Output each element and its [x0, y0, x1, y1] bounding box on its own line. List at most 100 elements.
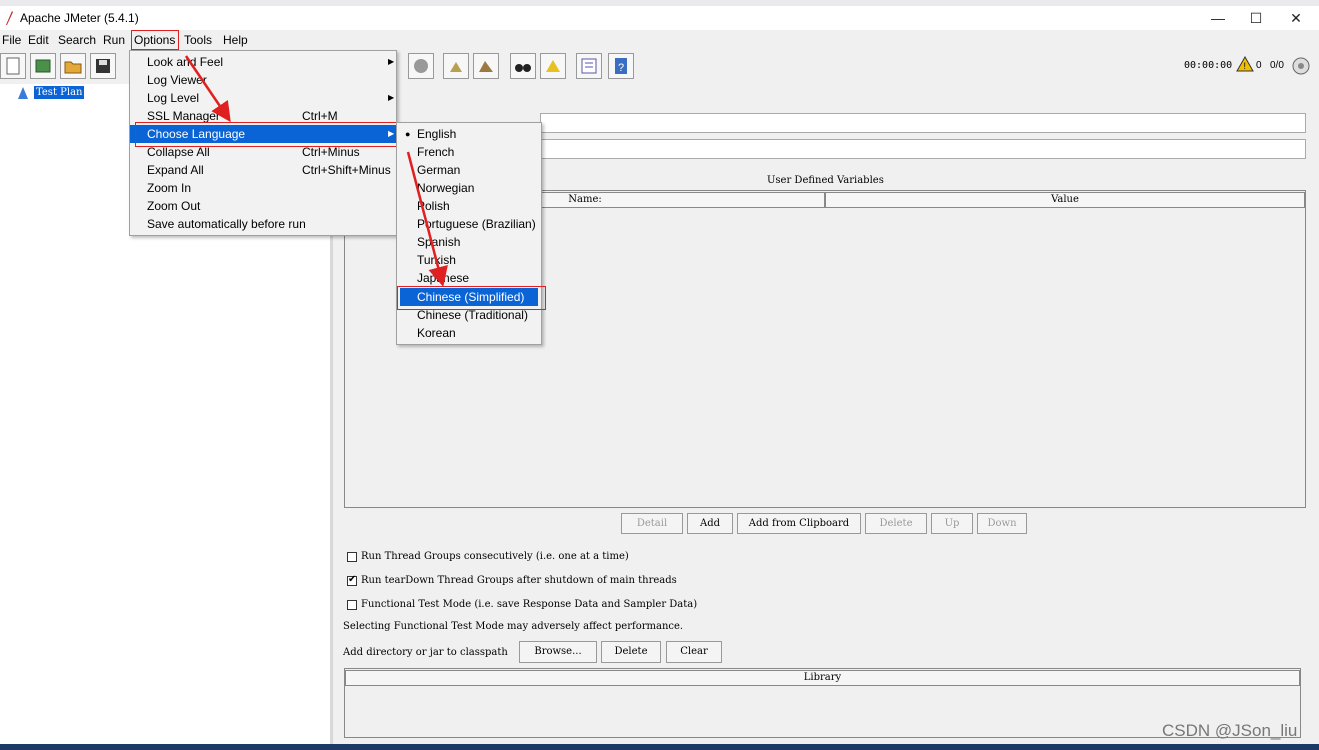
- new-file-icon: [6, 57, 20, 75]
- open-button[interactable]: [60, 53, 86, 79]
- run-teardown-label: Run tearDown Thread Groups after shutdow…: [361, 575, 677, 586]
- reset-search-button[interactable]: [540, 53, 566, 79]
- menu-item-label: Norwegian: [417, 181, 475, 195]
- column-header-library[interactable]: Library: [345, 670, 1300, 686]
- svg-text:?: ?: [618, 62, 624, 74]
- classpath-label: Add directory or jar to classpath: [343, 647, 508, 658]
- language-spanish[interactable]: Spanish: [397, 233, 541, 251]
- language-japanese[interactable]: Japanese: [397, 269, 541, 287]
- menu-item-label: German: [417, 163, 461, 177]
- svg-text:!: !: [1244, 61, 1247, 71]
- language-norwegian[interactable]: Norwegian: [397, 179, 541, 197]
- activity-indicator-icon: [1292, 57, 1310, 75]
- menu-help[interactable]: Help: [223, 33, 248, 47]
- test-plan-icon: [18, 87, 28, 99]
- templates-button[interactable]: [30, 53, 56, 79]
- menu-item-label: Look and Feel: [147, 55, 224, 69]
- language-korean[interactable]: Korean: [397, 324, 541, 342]
- list-icon: [581, 58, 597, 74]
- up-button[interactable]: Up: [931, 513, 973, 534]
- run-consecutively-checkbox[interactable]: [347, 552, 357, 562]
- shutdown-button[interactable]: [408, 53, 434, 79]
- menu-item-label: Turkish: [417, 253, 456, 267]
- menu-tools[interactable]: Tools: [184, 33, 212, 47]
- clear-classpath-button[interactable]: Clear: [666, 641, 722, 663]
- functional-test-mode-label: Functional Test Mode (i.e. save Response…: [361, 599, 698, 610]
- tree-item-test-plan[interactable]: Test Plan: [34, 86, 85, 99]
- search-button[interactable]: [510, 53, 536, 79]
- watermark: CSDN @JSon_liu: [1162, 721, 1298, 740]
- add-from-clipboard-button[interactable]: Add from Clipboard: [737, 513, 861, 534]
- clear-button[interactable]: [443, 53, 469, 79]
- open-folder-icon: [64, 61, 82, 74]
- menu-item-expand-all[interactable]: Expand All Ctrl+Shift+Minus: [130, 161, 396, 179]
- new-button[interactable]: [0, 53, 26, 79]
- thread-count: 0/0: [1270, 60, 1284, 71]
- save-button[interactable]: [90, 53, 116, 79]
- udv-section-title: User Defined Variables: [767, 175, 884, 186]
- submenu-arrow-icon: ▶: [388, 93, 395, 102]
- delete-variable-button[interactable]: Delete: [865, 513, 927, 534]
- menu-run[interactable]: Run: [103, 33, 125, 47]
- elapsed-timer: 00:00:00: [1184, 60, 1233, 71]
- browse-button[interactable]: Browse...: [519, 641, 597, 663]
- language-submenu: ● English French German Norwegian Polish …: [396, 122, 542, 345]
- down-button[interactable]: Down: [977, 513, 1027, 534]
- run-consecutively-label: Run Thread Groups consecutively (i.e. on…: [361, 551, 629, 562]
- language-french[interactable]: French: [397, 143, 541, 161]
- function-helper-button[interactable]: [576, 53, 602, 79]
- functional-test-mode-checkbox[interactable]: [347, 600, 357, 610]
- broom-icon: [450, 62, 462, 72]
- minimize-button[interactable]: —: [1200, 8, 1236, 28]
- help-icon: ?: [615, 58, 627, 74]
- menu-item-look-and-feel[interactable]: Look and Feel ▶: [130, 53, 396, 71]
- window-title: Apache JMeter (5.4.1): [20, 11, 139, 25]
- menu-edit[interactable]: Edit: [28, 33, 49, 47]
- menu-item-label: Portuguese (Brazilian): [417, 217, 536, 231]
- menu-item-shortcut: Ctrl+Shift+Minus: [302, 163, 391, 177]
- library-table[interactable]: Library: [344, 668, 1301, 738]
- menu-item-zoom-in[interactable]: Zoom In: [130, 179, 396, 197]
- close-button[interactable]: ✕: [1278, 8, 1314, 28]
- menu-item-label: English: [417, 127, 457, 141]
- jmeter-feather-icon: [6, 11, 13, 25]
- clear-all-button[interactable]: [473, 53, 499, 79]
- detail-button[interactable]: Detail: [621, 513, 683, 534]
- language-polish[interactable]: Polish: [397, 197, 541, 215]
- language-turkish[interactable]: Turkish: [397, 251, 541, 269]
- comments-field[interactable]: [540, 139, 1306, 159]
- stop-circle-icon: [414, 59, 428, 73]
- name-field[interactable]: [540, 113, 1306, 133]
- help-button[interactable]: ?: [608, 53, 634, 79]
- submenu-arrow-icon: ▶: [388, 57, 395, 66]
- functional-mode-note: Selecting Functional Test Mode may adver…: [343, 621, 684, 632]
- warning-icon[interactable]: !: [1236, 56, 1254, 72]
- menu-item-label: Spanish: [417, 235, 461, 249]
- menu-file[interactable]: File: [2, 33, 21, 47]
- menu-item-log-viewer[interactable]: Log Viewer: [130, 71, 396, 89]
- language-portuguese-brazilian[interactable]: Portuguese (Brazilian): [397, 215, 541, 233]
- menu-item-save-automatically[interactable]: Save automatically before run: [130, 215, 396, 233]
- warning-count: 0: [1256, 60, 1262, 71]
- annotation-box-chinese-simplified: [397, 286, 546, 310]
- run-teardown-checkbox[interactable]: [347, 574, 357, 586]
- menu-item-label: Zoom Out: [147, 199, 201, 213]
- radio-selected-icon: ●: [405, 129, 411, 139]
- menu-search[interactable]: Search: [58, 33, 96, 47]
- menu-item-label: Korean: [417, 326, 456, 340]
- language-german[interactable]: German: [397, 161, 541, 179]
- menu-item-label: Expand All: [147, 163, 204, 177]
- templates-icon: [35, 59, 51, 73]
- menu-item-label: Log Level: [147, 91, 200, 105]
- cropped-taskbar: [0, 744, 1319, 750]
- annotation-box-options: [131, 30, 179, 50]
- maximize-button[interactable]: ☐: [1238, 8, 1274, 28]
- menu-item-zoom-out[interactable]: Zoom Out: [130, 197, 396, 215]
- column-header-value[interactable]: Value: [825, 192, 1305, 208]
- add-button[interactable]: Add: [687, 513, 733, 534]
- language-english[interactable]: ● English: [397, 125, 541, 143]
- delete-classpath-button[interactable]: Delete: [601, 641, 661, 663]
- menu-item-log-level[interactable]: Log Level ▶: [130, 89, 396, 107]
- menu-item-label: French: [417, 145, 455, 159]
- menu-item-label: Log Viewer: [147, 73, 207, 87]
